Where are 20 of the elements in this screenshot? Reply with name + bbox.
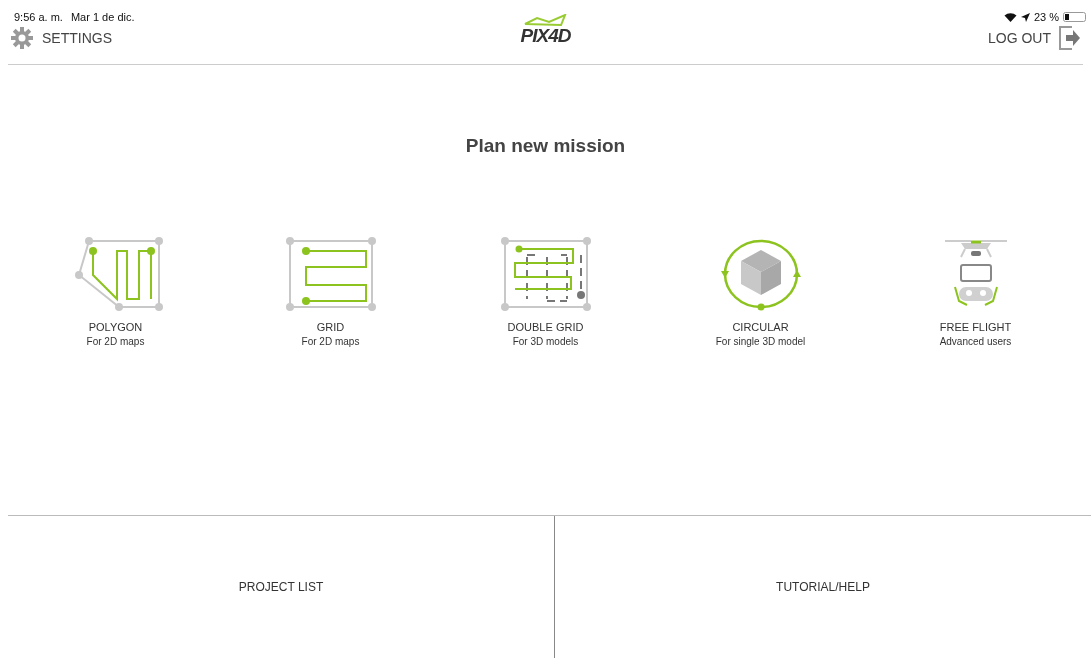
- settings-icon: [10, 27, 34, 49]
- page-title: Plan new mission: [464, 135, 627, 157]
- battery-percent: 23 %: [1033, 11, 1059, 23]
- battery-icon: [1063, 12, 1087, 22]
- logout-icon: [1059, 26, 1081, 50]
- mission-type-button[interactable]: POLYGON For 2D maps: [68, 237, 163, 347]
- mission-type-button[interactable]: CIRCULAR For single 3D model: [713, 237, 808, 347]
- status-time: 9:56 a. m.: [14, 11, 63, 23]
- double-grid-path-icon: [498, 237, 593, 311]
- mission-type-button[interactable]: DOUBLE GRID For 3D models: [498, 237, 593, 347]
- mission-type-button[interactable]: FREE FLIGHT Advanced users: [939, 237, 1012, 347]
- settings-button[interactable]: SETTINGS: [8, 27, 114, 49]
- logout-button[interactable]: LOG OUT: [986, 26, 1083, 50]
- location-arrow-icon: [1020, 12, 1030, 22]
- grid-path-icon: [283, 237, 378, 311]
- status-date: Mar 1 de dic.: [70, 11, 135, 23]
- logo-text: PIX4D: [520, 26, 571, 46]
- wifi-icon: [1003, 12, 1017, 22]
- mission-type-button[interactable]: GRID For 2D maps: [283, 237, 378, 347]
- logo-swoosh-icon: [523, 14, 568, 26]
